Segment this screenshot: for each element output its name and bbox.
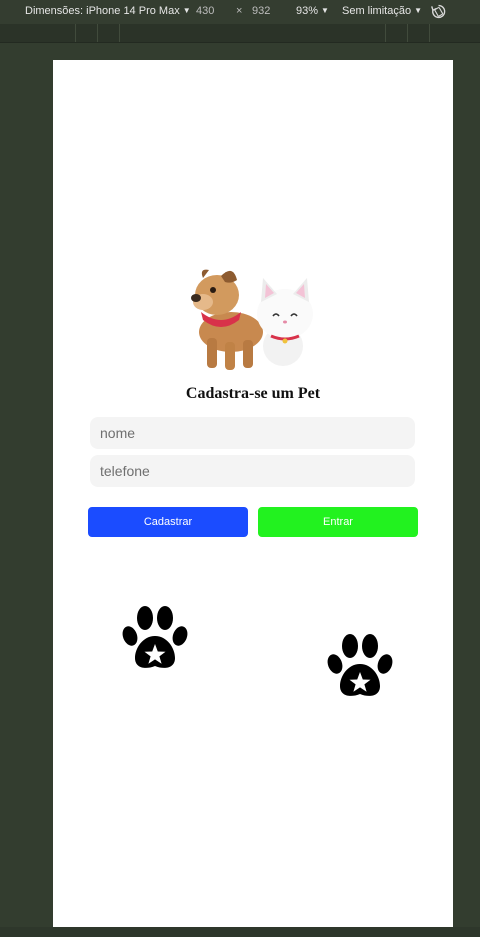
enter-button[interactable]: Entrar xyxy=(258,507,418,537)
rotate-icon[interactable] xyxy=(430,3,447,20)
throttle-label: Sem limitação xyxy=(342,5,412,17)
throttle-select[interactable]: Sem limitação ▼ xyxy=(342,5,422,17)
page-bottom-strip xyxy=(0,927,480,937)
paw-icon xyxy=(122,606,188,668)
name-input[interactable] xyxy=(90,417,415,449)
paw-icon xyxy=(327,634,393,696)
zoom-select[interactable]: 93% ▼ xyxy=(296,5,329,17)
phone-input[interactable] xyxy=(90,455,415,487)
device-select[interactable]: Dimensões: iPhone 14 Pro Max ▼ xyxy=(25,5,191,17)
chevron-down-icon: ▼ xyxy=(321,6,329,15)
page-title: Cadastra-se um Pet xyxy=(185,385,321,402)
dog-and-cat-illustration xyxy=(191,269,313,370)
chevron-down-icon: ▼ xyxy=(182,6,191,15)
chevron-down-icon: ▼ xyxy=(414,6,422,15)
zoom-label: 93% xyxy=(296,5,319,17)
media-query-ruler xyxy=(0,24,480,43)
devtools-toolbar: Dimensões: iPhone 14 Pro Max ▼ 430 × 932 … xyxy=(0,0,480,24)
device-viewport: Cadastra-se um Pet Cadastrar Entrar xyxy=(53,60,453,927)
register-button[interactable]: Cadastrar xyxy=(88,507,248,537)
height-input[interactable]: 932 xyxy=(252,5,270,17)
width-input[interactable]: 430 xyxy=(196,5,214,17)
times-sign: × xyxy=(236,5,243,17)
device-dimensions-label: Dimensões: iPhone 14 Pro Max xyxy=(25,5,180,17)
